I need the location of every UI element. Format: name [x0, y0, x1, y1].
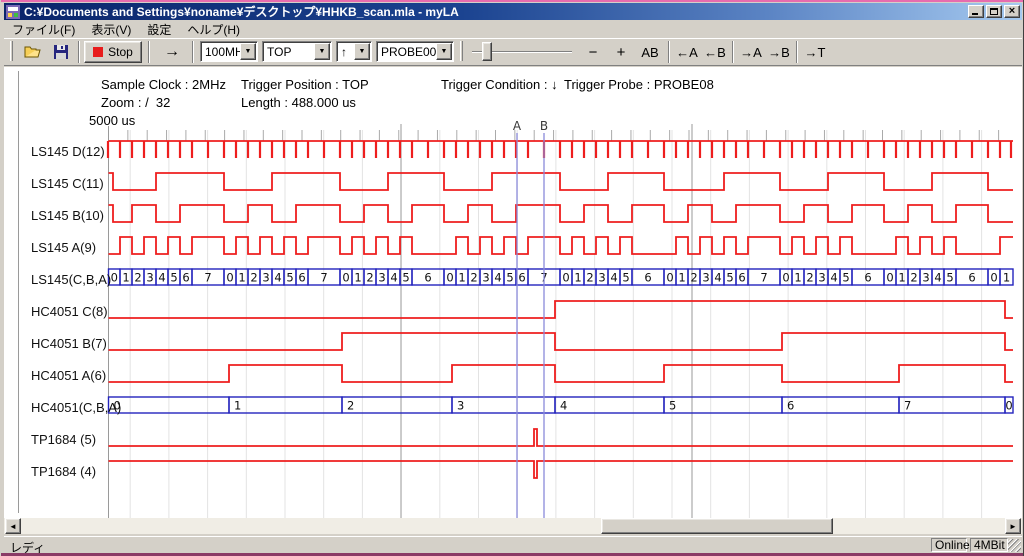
bus-value: 1	[458, 271, 465, 285]
bus-value: 4	[934, 271, 941, 285]
bus-value: 6	[182, 271, 189, 285]
bus-value: 1	[678, 271, 685, 285]
bus-cell	[452, 397, 555, 413]
bus-value: 4	[560, 399, 567, 413]
bus-value: 6	[298, 271, 305, 285]
status-memory-badge: 4MBit	[970, 538, 1008, 552]
bus-value: 0	[114, 399, 121, 413]
bus-value: 5	[842, 271, 849, 285]
waveform-line	[109, 205, 1014, 222]
bus-value: 5	[506, 271, 513, 285]
cursor-a-label: A	[513, 119, 522, 133]
status-online-badge: Online	[931, 538, 967, 552]
bus-value: 2	[910, 271, 917, 285]
bus-value: 2	[347, 399, 354, 413]
bus-value: 5	[170, 271, 177, 285]
bus-value: 7	[320, 271, 327, 285]
bus-cell	[555, 397, 664, 413]
bus-value: 0	[446, 271, 453, 285]
bus-value: 0	[990, 271, 997, 285]
bus-value: 6	[787, 399, 794, 413]
bus-value: 0	[1005, 399, 1012, 413]
bus-value: 0	[111, 271, 118, 285]
bus-value: 1	[898, 271, 905, 285]
waveform-line	[109, 365, 1014, 382]
cursor-b-label: B	[540, 119, 548, 133]
bus-value: 4	[830, 271, 837, 285]
bus-cell	[342, 397, 452, 413]
bus-value: 3	[922, 271, 929, 285]
bus-value: 6	[644, 271, 651, 285]
bus-value: 6	[518, 271, 525, 285]
bus-value: 4	[494, 271, 501, 285]
bus-value: 2	[366, 271, 373, 285]
bus-value: 5	[726, 271, 733, 285]
bus-value: 4	[274, 271, 281, 285]
bus-value: 1	[238, 271, 245, 285]
bus-value: 5	[669, 399, 676, 413]
bus-value: 4	[714, 271, 721, 285]
bus-value: 2	[250, 271, 257, 285]
horizontal-scrollbar[interactable]: ◄ ►	[4, 518, 1022, 534]
bus-value: 3	[598, 271, 605, 285]
waveform-line	[109, 301, 1014, 318]
bus-cell	[782, 397, 899, 413]
bus-value: 6	[424, 271, 431, 285]
bus-value: 1	[354, 271, 361, 285]
bus-value: 1	[794, 271, 801, 285]
app-window: C:¥Documents and Settings¥noname¥デスクトップ¥…	[0, 0, 1024, 556]
waveform-line	[109, 429, 1014, 446]
scroll-right-arrow-icon[interactable]: ►	[1005, 518, 1021, 534]
bus-value: 2	[470, 271, 477, 285]
bus-value: 3	[702, 271, 709, 285]
bus-value: 0	[342, 271, 349, 285]
bus-value: 2	[134, 271, 141, 285]
waveform-line	[109, 333, 1014, 350]
waveform-line	[109, 237, 1014, 254]
bus-value: 5	[286, 271, 293, 285]
bus-value: 6	[864, 271, 871, 285]
bus-cell	[899, 397, 1005, 413]
bus-value: 5	[622, 271, 629, 285]
bus-value: 5	[402, 271, 409, 285]
bus-value: 3	[378, 271, 385, 285]
bus-value: 3	[262, 271, 269, 285]
bus-value: 4	[610, 271, 617, 285]
bus-value: 5	[946, 271, 953, 285]
waveform-plot[interactable]: 0123456701234567012345601234567012345601…	[1, 0, 1024, 556]
bus-value: 1	[1003, 271, 1010, 285]
status-bar: レディ Online 4MBit	[4, 536, 1022, 553]
scroll-left-arrow-icon[interactable]: ◄	[5, 518, 21, 534]
bus-value: 6	[738, 271, 745, 285]
bus-value: 0	[562, 271, 569, 285]
bus-value: 6	[968, 271, 975, 285]
bus-value: 0	[782, 271, 789, 285]
waveform-line	[109, 461, 1014, 478]
bus-value: 7	[204, 271, 211, 285]
bus-value: 1	[574, 271, 581, 285]
bus-value: 3	[482, 271, 489, 285]
bus-value: 0	[886, 271, 893, 285]
bus-value: 7	[760, 271, 767, 285]
bus-value: 4	[390, 271, 397, 285]
bus-value: 4	[158, 271, 165, 285]
bus-value: 2	[690, 271, 697, 285]
scrollbar-thumb[interactable]	[601, 518, 833, 534]
bus-value: 3	[146, 271, 153, 285]
bus-value: 2	[806, 271, 813, 285]
bus-value: 0	[226, 271, 233, 285]
bus-value: 1	[234, 399, 241, 413]
waveform-line	[109, 173, 1014, 190]
bus-value: 3	[457, 399, 464, 413]
resize-grip[interactable]	[1008, 539, 1021, 552]
bus-cell	[664, 397, 782, 413]
bus-value: 2	[586, 271, 593, 285]
bus-value: 7	[904, 399, 911, 413]
bus-value: 0	[666, 271, 673, 285]
waveform-workspace[interactable]: Sample Clock : 2MHz Trigger Position : T…	[4, 67, 1022, 518]
bus-value: 3	[818, 271, 825, 285]
bus-value: 1	[122, 271, 129, 285]
